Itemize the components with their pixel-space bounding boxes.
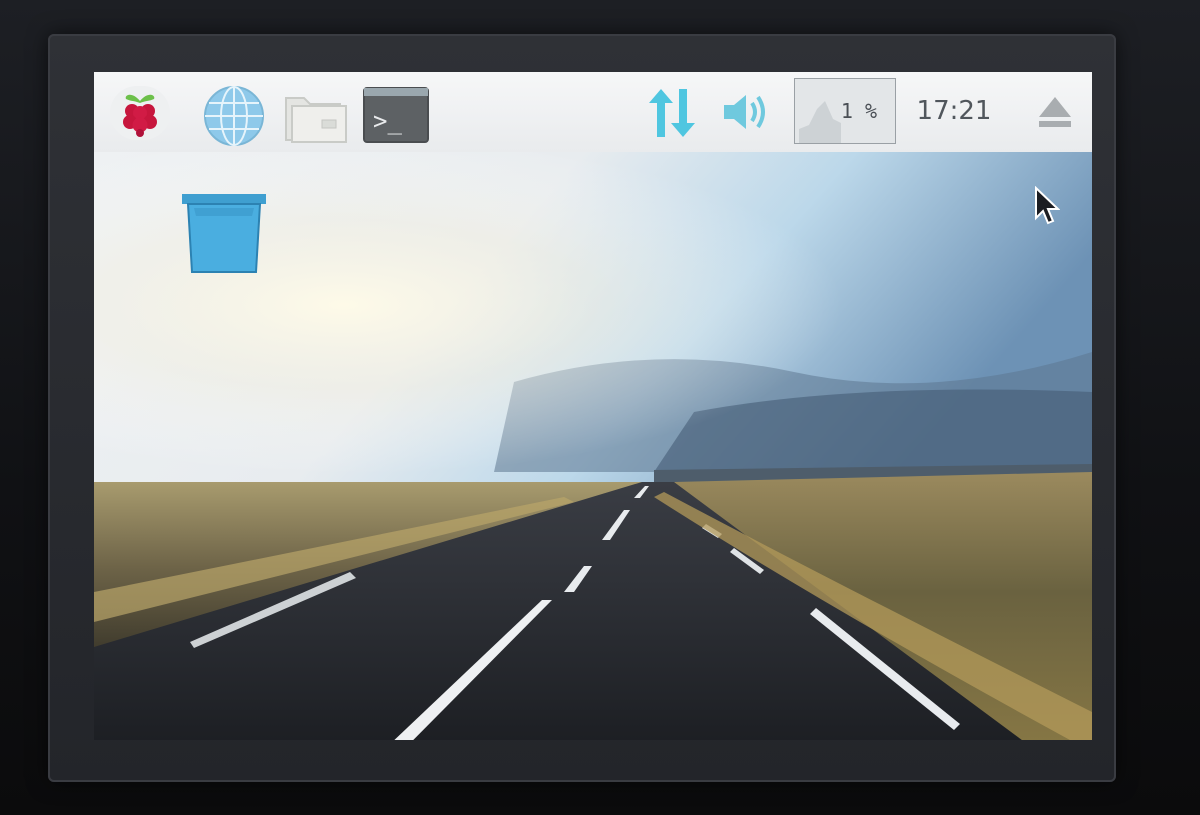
taskbar-panel: >_ 1 % 17:21 (94, 72, 1092, 153)
folder-icon (285, 97, 347, 143)
terminal-prompt-text: >_ (373, 107, 402, 135)
eject-button[interactable] (1032, 88, 1078, 134)
display-screen: >_ 1 % 17:21 (94, 72, 1092, 740)
terminal-icon: >_ (363, 87, 429, 143)
eject-icon (1039, 97, 1071, 127)
cpu-usage-text: 1 % (840, 99, 877, 123)
file-manager-button[interactable] (280, 86, 350, 146)
desktop-area[interactable] (94, 152, 1092, 740)
speaker-volume-icon (724, 95, 765, 129)
terminal-button[interactable]: >_ (362, 86, 430, 144)
wastebasket-icon (182, 194, 266, 273)
volume-control-icon[interactable] (722, 90, 772, 134)
cpu-usage-monitor[interactable]: 1 % (794, 78, 896, 144)
menu-button[interactable] (110, 86, 170, 140)
mouse-pointer-icon (1034, 185, 1061, 226)
network-up-down-arrows-icon (649, 89, 695, 137)
globe-icon (204, 86, 264, 146)
trash-wastebasket-icon[interactable] (176, 186, 272, 276)
raspberry-pi-icon (123, 94, 157, 137)
network-status-icon[interactable] (644, 84, 700, 142)
web-browser-button[interactable] (202, 84, 266, 148)
clock[interactable]: 17:21 (912, 94, 996, 128)
